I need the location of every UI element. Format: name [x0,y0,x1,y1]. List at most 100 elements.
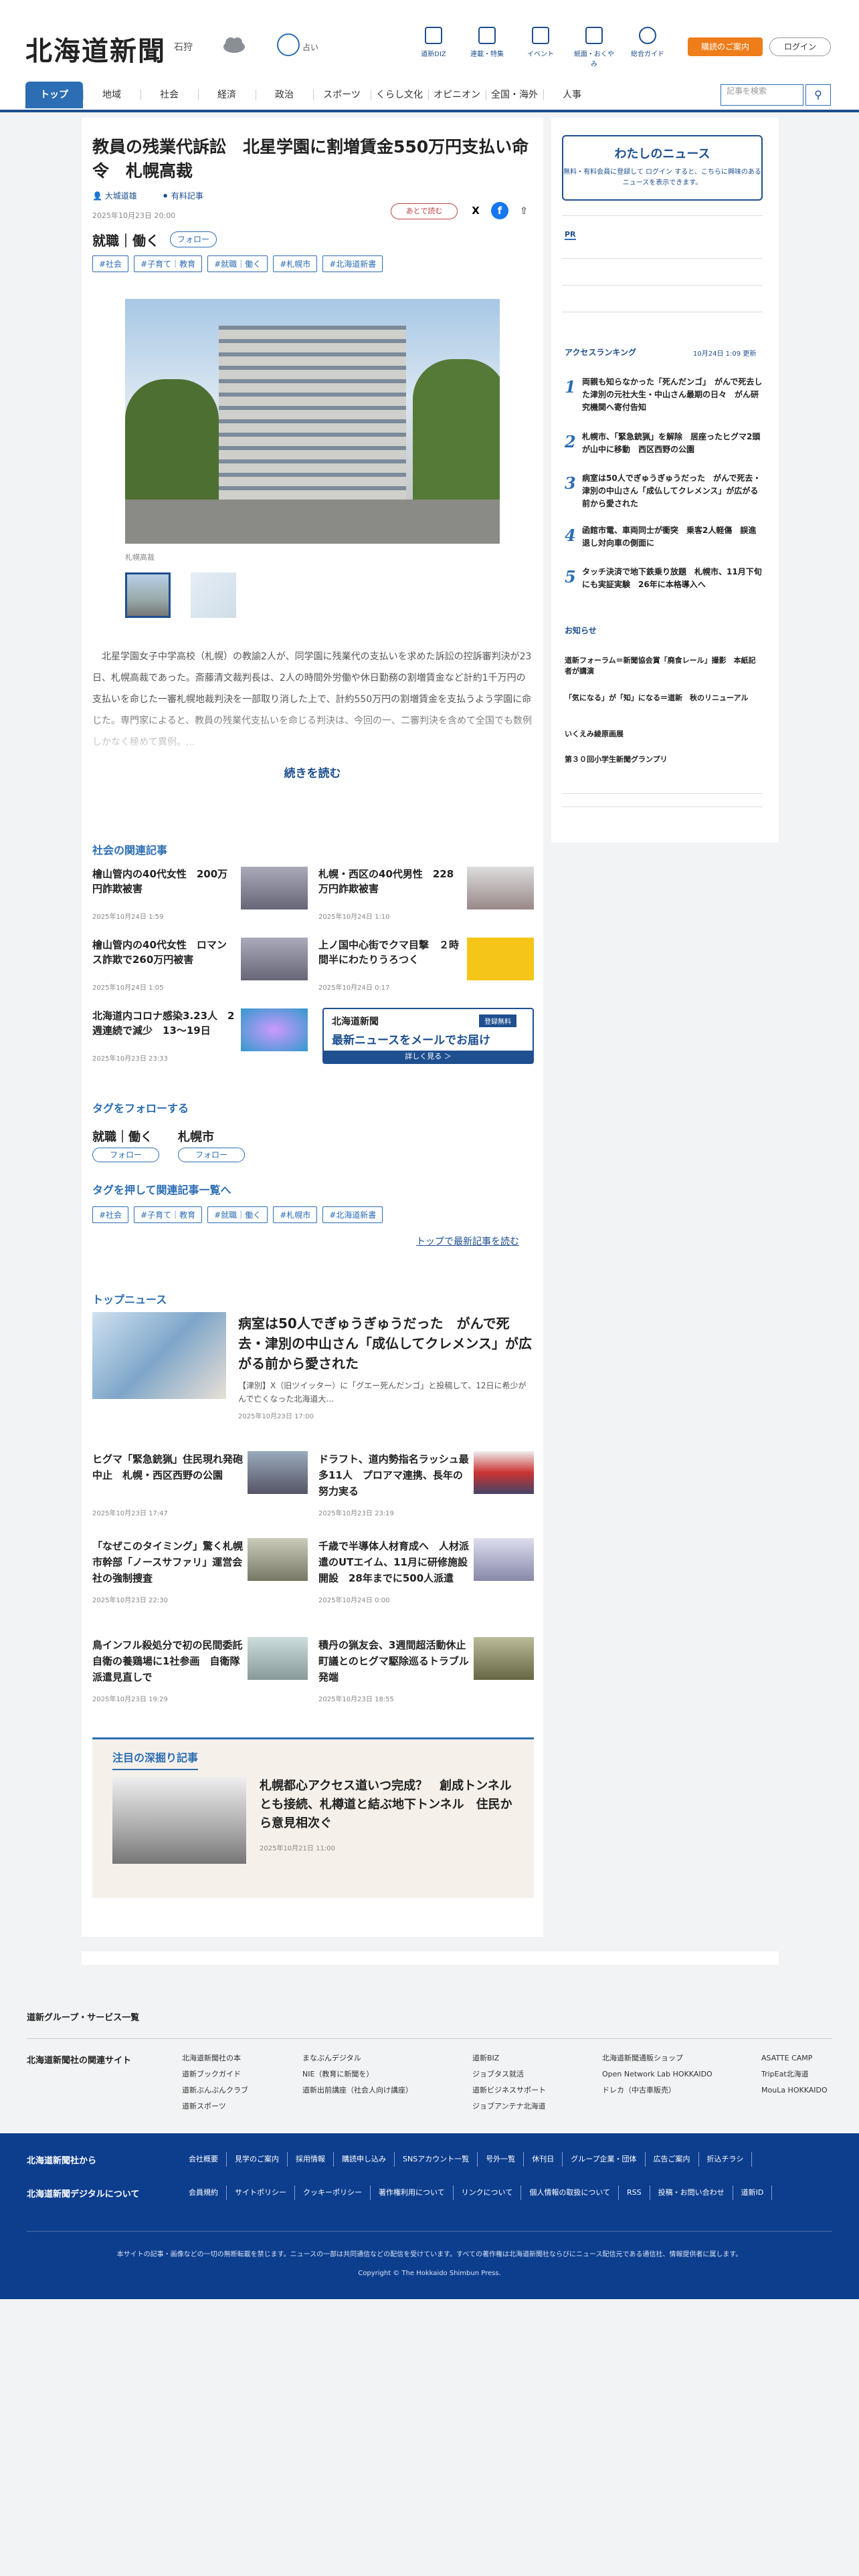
ranking-item[interactable]: 5 タッチ決済で地下鉄乗り放題 札幌市、11月下旬にも実証実験 26年に本格導入へ [565,566,763,610]
subscribe-button[interactable]: 購読のご案内 [688,37,763,56]
header-link-biz[interactable]: 道新DIZ [413,27,454,58]
photo-thumbnail[interactable] [125,572,171,618]
site-link[interactable]: 道新BIZ [472,2050,546,2066]
related-item[interactable]: 北海道内コロナ感染3.23人 2週連続で減少 13～19日 2025年10月23日… [92,1008,308,1075]
notice-item[interactable]: いくえみ綾原画展 [565,729,763,740]
nav-item-economy[interactable]: 経済 [198,82,256,108]
site-link[interactable]: ドレカ（中古車販売） [602,2082,712,2099]
nav-item-sports[interactable]: スポーツ [313,82,371,108]
ranking-item[interactable]: 4 函館市電、車両同士が衝突 乗客2人軽傷 誤進退し対向車の側面に [565,524,763,568]
top-news-item[interactable]: 積丹の猟友会、3週間超活動休止 町議とのヒグマ駆除巡るトラブル発端 2025年10… [318,1637,534,1711]
site-link[interactable]: 北海道新聞社の本 [182,2050,248,2066]
tag-chip[interactable]: #社会 [92,255,129,272]
facebook-share-icon[interactable]: f [491,202,508,219]
top-news-item[interactable]: ドラフト、道内勢指名ラッシュ最多11人 プロアマ連携、長年の努力実る 2025年1… [318,1451,534,1525]
footer-link[interactable]: 広告ご案内 [646,2152,699,2167]
site-link[interactable]: 道新出前講座（社会人向け講座） [302,2082,413,2099]
nav-item-culture[interactable]: くらし文化 [371,82,428,108]
footer-link[interactable]: 著作権利用について [371,2185,454,2200]
article-author[interactable]: 👤 大城道雄 [92,190,137,201]
tag-chip[interactable]: #社会 [92,1206,129,1223]
top-news-item[interactable]: 鳥インフル殺処分で初の民間委託 自衛の養鶏場に1社参画 自衛隊派遣見直しで 202… [92,1637,308,1711]
site-link[interactable]: 道新スポーツ [182,2099,248,2115]
related-item[interactable]: 檜山管内の40代女性 ロマンス詐欺で260万円被害 2025年10月24日 1:0… [92,938,308,1004]
footer-link[interactable]: 号外一覧 [478,2152,524,2167]
footer-link[interactable]: 採用情報 [288,2152,334,2167]
header-link-series[interactable]: 連載・特集 [467,27,507,58]
nav-item-opinion[interactable]: オピニオン [428,82,486,108]
site-link[interactable]: ジョブアンテナ北海道 [472,2099,546,2115]
related-item[interactable]: 檜山管内の40代女性 200万円詐欺被害 2025年10月24日 1:59 [92,867,308,934]
tag-chip[interactable]: #札幌市 [273,255,318,272]
site-link[interactable]: ジョブタス就活 [472,2066,546,2082]
site-link[interactable]: ASATTE CAMP [761,2050,828,2066]
footer-link[interactable]: リンクについて [454,2185,522,2200]
footer-link[interactable]: RSS [619,2185,650,2200]
mail-news-banner[interactable]: 北海道新聞 登録無料 最新ニュースをメールでお届け 詳しく見る ＞ [322,1008,534,1064]
top-news-image[interactable] [92,1312,226,1399]
notice-title[interactable]: お知らせ [565,625,597,636]
site-link[interactable]: 道新ブックガイド [182,2066,248,2082]
photo-thumbnail[interactable] [191,572,236,618]
footer-link[interactable]: 休刊日 [524,2152,563,2167]
related-item[interactable]: 上ノ国中心街でクマ目撃 ２時間半にわたりうろつく 2025年10月24日 0:17 [318,938,534,1004]
footer-link[interactable]: 会社概要 [181,2152,227,2167]
footer-link[interactable]: 折込チラシ [699,2152,753,2167]
site-link[interactable]: 道新ぶんぶんクラブ [182,2082,248,2099]
site-logo[interactable]: 北海道新聞 [25,29,166,68]
nav-item-world[interactable]: 全国・海外 [486,82,543,108]
tag-chip[interactable]: #子育て｜教育 [134,1206,203,1223]
footer-link[interactable]: 道新ID [733,2185,773,2200]
ranking-item[interactable]: 2 札幌市、「緊急銃猟」を解除 居座ったヒグマ2頭が山中に移動 西区西野の公園 [565,431,763,475]
fortune-label[interactable]: 占い [302,41,318,53]
tag-chip[interactable]: #北海道新書 [322,255,383,272]
related-item[interactable]: 札幌・西区の40代男性 228万円詐欺被害 2025年10月24日 1:10 [318,867,534,934]
ranking-title[interactable]: アクセスランキング [565,346,636,358]
nav-item-top[interactable]: トップ [25,82,83,108]
share-icon[interactable]: ⇧ [515,202,533,219]
x-share-icon[interactable]: X [467,202,484,219]
ranking-item[interactable]: 1 両親も知らなかった「死んだンゴ」 がんで死去した津別の元社大生・中山さん最期の… [565,376,763,420]
footer-link[interactable]: クッキーポリシー [295,2185,371,2200]
notice-item[interactable]: 第３０回小学生新聞グランプリ [565,754,763,765]
article-photo[interactable] [125,299,500,544]
tag-chip[interactable]: #就職｜働く [207,255,268,272]
tag-chip[interactable]: #札幌市 [273,1206,318,1223]
top-news-item[interactable]: ヒグマ「緊急銃猟」住民現れ発砲中止 札幌・西区西野の公園 2025年10月23日 … [92,1451,308,1525]
my-news-box[interactable]: わたしのニュース 無料・有料会員に登録して ログイン すると、こちらに興味のある… [562,135,763,201]
footer-link[interactable]: 会員規約 [181,2185,227,2200]
footer-link[interactable]: 見学のご案内 [227,2152,288,2167]
banner-link[interactable]: 詳しく見る ＞ [324,1051,533,1063]
notice-item[interactable]: 「気になる」が「知」になる＝道新 秋のリニューアル [565,693,763,704]
login-button[interactable]: ログイン [769,37,831,56]
site-link[interactable]: MouLa HOKKAIDO [761,2082,828,2099]
site-link[interactable]: NIE（教育に新聞を） [302,2066,413,2082]
footer-link[interactable]: グループ企業・団体 [563,2152,646,2167]
footer-link[interactable]: SNSアカウント一覧 [395,2152,478,2167]
header-link-event[interactable]: イベント [520,27,561,58]
footer-link[interactable]: サイトポリシー [227,2185,295,2200]
top-news-item[interactable]: 「なぜこのタイミング」驚く札幌市幹部「ノースサファリ」運営会社の強制捜査 2025… [92,1538,308,1612]
search-button[interactable]: ⚲ [805,84,831,106]
area-selector[interactable]: 石狩 [174,40,193,53]
site-link[interactable]: 道新ビジネスサポート [472,2082,546,2099]
top-latest-link[interactable]: トップで最新記事を読む [416,1235,519,1248]
site-link[interactable]: Open Network Lab HOKKAIDO [602,2066,712,2082]
tag-chip[interactable]: #北海道新書 [322,1206,383,1223]
tag-chip[interactable]: #就職｜働く [207,1206,268,1223]
site-link[interactable]: まなぶんデジタル [302,2050,413,2066]
ranking-item[interactable]: 3 病室は50人でぎゅうぎゅうだった がんで死去・津別の中山さん「成仏してクレメン… [565,472,763,516]
footer-link[interactable]: 購読申し込み [334,2152,395,2167]
nav-item-politics[interactable]: 政治 [256,82,313,108]
top-news-title[interactable]: 病室は50人でぎゅうぎゅうだった がんで死去・津別の中山さん「成仏してクレメンス… [238,1313,534,1374]
read-more-link[interactable]: 続きを読む [82,764,543,780]
read-later-button[interactable]: あとで読む [391,203,458,219]
nav-item-personnel[interactable]: 人事 [543,82,601,108]
site-link[interactable]: TripEat北海道 [761,2066,828,2082]
deep-dive-card[interactable]: 注目の深掘り記事 札幌都心アクセス道いつ完成？ 創成トンネルとも接続、札樽道と結… [92,1737,534,1898]
follow-button[interactable]: フォロー [178,1148,245,1162]
group-services-link[interactable]: 道新グループ・サービス一覧 [27,2010,139,2023]
follow-button[interactable]: フォロー [92,1148,159,1162]
site-link[interactable]: 北海道新聞通販ショップ [602,2050,712,2066]
header-link-paper[interactable]: 紙面・おくやみ [574,27,614,68]
